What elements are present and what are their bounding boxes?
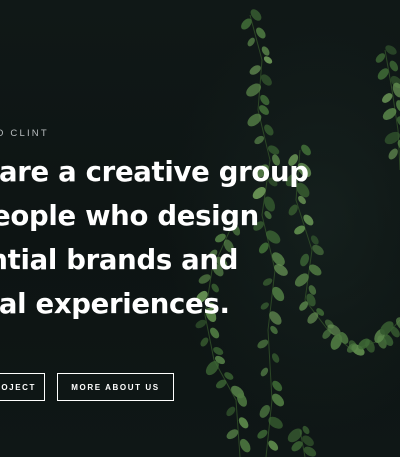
- leaf: [239, 16, 254, 32]
- leaf: [268, 324, 280, 336]
- leaf: [387, 59, 400, 73]
- leaf: [211, 345, 225, 357]
- leaf: [270, 352, 281, 364]
- leaf: [236, 415, 251, 431]
- hero-section: O CLINT are a creative group eople who d…: [0, 0, 400, 457]
- more-about-us-button[interactable]: MORE ABOUT US: [57, 373, 174, 401]
- leaf: [252, 134, 266, 146]
- leaf: [258, 93, 272, 107]
- headline-line-3: ential brands and: [0, 244, 239, 276]
- leaf: [262, 54, 274, 66]
- leaf: [214, 377, 229, 391]
- project-button[interactable]: OJECT: [0, 373, 45, 401]
- leaf: [266, 438, 280, 453]
- headline-line-2: eople who design: [0, 200, 259, 232]
- leaf: [301, 424, 311, 436]
- leaf: [198, 336, 210, 348]
- leaf: [260, 44, 272, 58]
- leaf: [259, 366, 270, 378]
- leaf: [255, 427, 270, 441]
- headline-line-1: are a creative group: [0, 156, 309, 188]
- leaf: [373, 51, 387, 65]
- leaf: [270, 378, 285, 394]
- leaf: [382, 129, 400, 147]
- hero-eyebrow: O CLINT: [0, 128, 49, 139]
- headline-line-4: tal experiences.: [0, 288, 230, 320]
- leaf: [246, 36, 257, 48]
- hero-headline: are a creative group eople who design en…: [0, 150, 400, 326]
- leaf: [224, 405, 238, 418]
- leaf: [255, 337, 270, 351]
